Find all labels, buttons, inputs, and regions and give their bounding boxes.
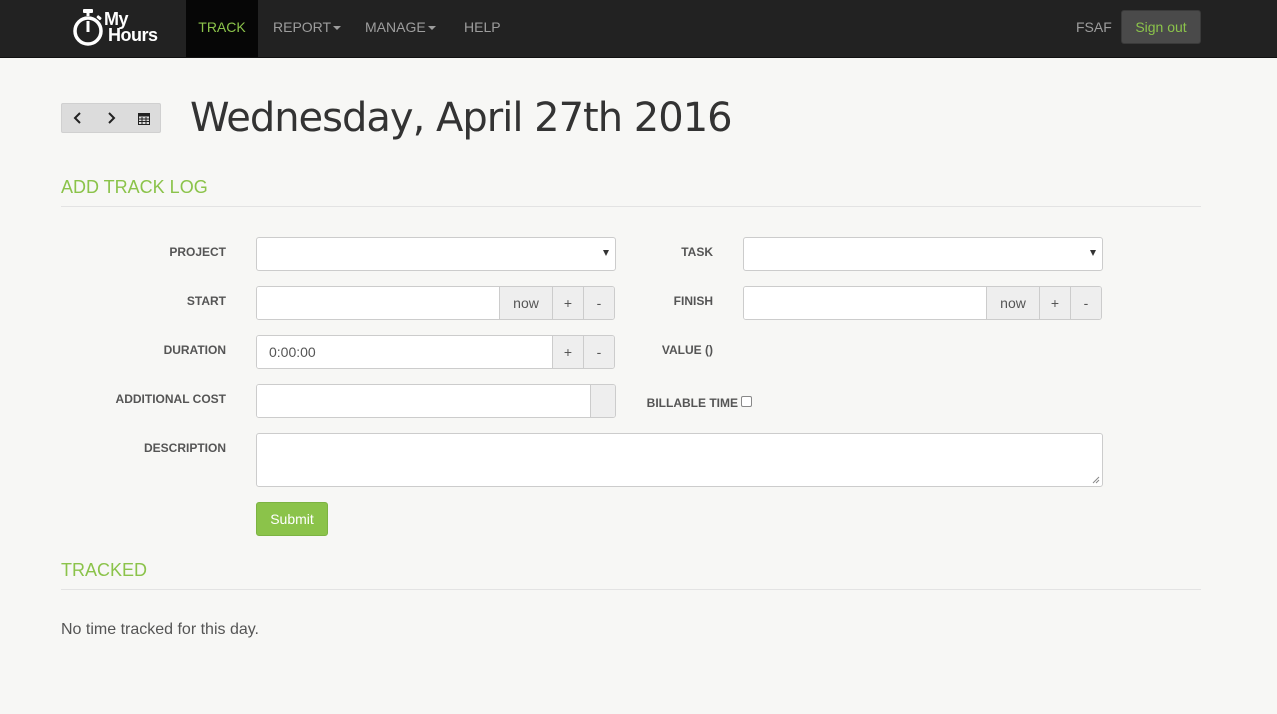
finish-minus-button[interactable]: -	[1070, 287, 1101, 319]
additional-cost-label: ADDITIONAL COST	[115, 392, 226, 406]
project-select[interactable]	[256, 237, 616, 271]
nav-report[interactable]: REPORT	[273, 0, 342, 57]
start-label: START	[186, 294, 226, 308]
billable-time-checkbox[interactable]	[741, 396, 752, 407]
calendar-icon	[137, 112, 150, 125]
chevron-left-icon	[73, 112, 82, 124]
brand-name: My Hours	[104, 9, 158, 45]
nav-help[interactable]: HELP	[464, 0, 501, 57]
stopwatch-icon	[73, 9, 103, 46]
divider	[61, 206, 1201, 207]
duration-label: DURATION	[163, 343, 226, 357]
billable-time-label: BILLABLE TIME	[646, 396, 738, 410]
chevron-down-icon	[333, 26, 342, 31]
start-time-input[interactable]	[257, 287, 499, 319]
additional-cost-input-group	[256, 384, 616, 418]
task-select[interactable]	[743, 237, 1103, 271]
finish-label: FINISH	[673, 294, 713, 308]
nav-track[interactable]: TRACK	[186, 0, 258, 57]
user-name[interactable]: FSAF	[1076, 0, 1112, 57]
task-label: TASK	[681, 245, 713, 259]
brand-logo[interactable]: My Hours	[72, 8, 172, 48]
start-minus-button[interactable]: -	[583, 287, 614, 319]
nav-manage[interactable]: MANAGE	[365, 0, 436, 57]
next-day-button[interactable]	[95, 104, 128, 132]
previous-day-button[interactable]	[62, 104, 95, 132]
description-label: DESCRIPTION	[143, 441, 226, 455]
project-label: PROJECT	[169, 245, 226, 259]
date-navigation	[61, 103, 161, 133]
finish-input-group: now + -	[743, 286, 1102, 320]
chevron-down-icon	[427, 26, 436, 31]
start-now-button[interactable]: now	[499, 287, 552, 319]
duration-input[interactable]: 0:00:00	[257, 336, 552, 368]
duration-input-group: 0:00:00 + -	[256, 335, 615, 369]
submit-button[interactable]: Submit	[256, 502, 328, 536]
select-arrow-icon	[1090, 250, 1096, 256]
start-input-group: now + -	[256, 286, 615, 320]
finish-plus-button[interactable]: +	[1039, 287, 1070, 319]
tracked-heading: TRACKED	[61, 560, 148, 580]
calendar-button[interactable]	[127, 104, 160, 132]
start-plus-button[interactable]: +	[552, 287, 583, 319]
value-label: VALUE ()	[661, 343, 713, 357]
top-navbar: My Hours TRACK REPORT MANAGE HELP FSAF S…	[0, 0, 1277, 58]
empty-tracked-message: No time tracked for this day.	[61, 621, 259, 638]
chevron-right-icon	[108, 112, 116, 124]
sign-out-button[interactable]: Sign out	[1121, 10, 1201, 44]
duration-minus-button[interactable]: -	[583, 336, 614, 368]
add-track-log-heading: ADD TRACK LOG	[61, 177, 208, 197]
page-title: Wednesday, April 27th 2016	[190, 95, 733, 141]
finish-now-button[interactable]: now	[986, 287, 1039, 319]
resize-grip-icon[interactable]	[1092, 476, 1100, 484]
divider	[61, 589, 1201, 590]
description-textarea[interactable]	[256, 433, 1103, 487]
currency-addon	[590, 385, 615, 417]
finish-time-input[interactable]	[744, 287, 986, 319]
additional-cost-input[interactable]	[257, 385, 590, 417]
select-arrow-icon	[603, 250, 609, 256]
duration-plus-button[interactable]: +	[552, 336, 583, 368]
